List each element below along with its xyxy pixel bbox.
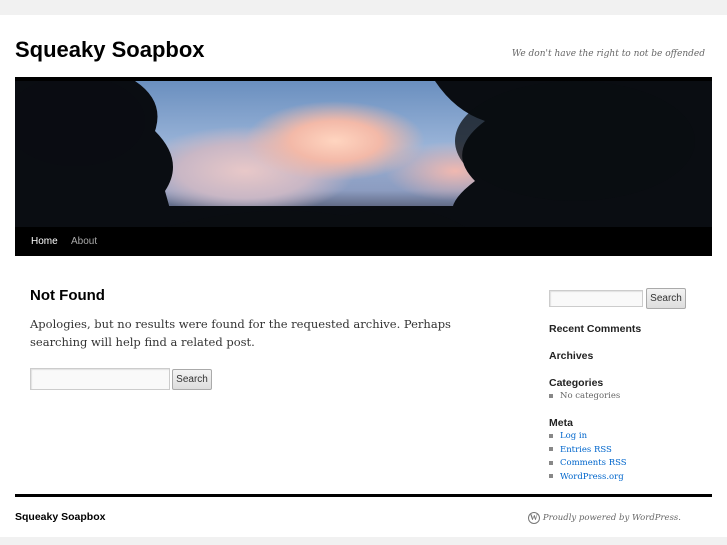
list-item: No categories <box>549 390 620 404</box>
category-text: No categories <box>560 391 621 401</box>
sidebar-search-button[interactable]: Search <box>646 288 686 309</box>
nav-home[interactable]: Home <box>31 236 58 247</box>
widget-title-categories: Categories <box>549 377 604 389</box>
meta-wordpress-link[interactable]: WordPress.org <box>560 472 624 482</box>
list-item: Log in <box>549 430 627 444</box>
nav-about[interactable]: About <box>71 236 97 247</box>
powered-by-link[interactable]: W Proudly powered by WordPress. <box>527 512 681 524</box>
widget-title-archives: Archives <box>549 350 594 362</box>
meta-entries-rss-link[interactable]: Entries RSS <box>560 445 612 455</box>
powered-by-text: Proudly powered by WordPress. <box>542 513 681 523</box>
tree-silhouettes <box>15 81 712 227</box>
search-input[interactable] <box>30 368 170 390</box>
main-navigation: Home About <box>15 227 712 256</box>
page-title: Not Found <box>30 287 105 304</box>
footer-divider <box>15 494 712 497</box>
header-image <box>15 77 712 227</box>
meta-list: Log in Entries RSS Comments RSS WordPres… <box>549 430 627 484</box>
sidebar-search-input[interactable] <box>549 290 643 307</box>
search-button[interactable]: Search <box>172 369 212 390</box>
footer-site-title[interactable]: Squeaky Soapbox <box>15 511 105 523</box>
site-title-link[interactable]: Squeaky Soapbox <box>15 37 205 63</box>
site-tagline: We don't have the right to not be offend… <box>511 49 705 59</box>
list-item: Entries RSS <box>549 444 627 458</box>
meta-comments-rss-link[interactable]: Comments RSS <box>560 458 627 468</box>
wordpress-icon: W <box>527 512 540 524</box>
categories-list: No categories <box>549 390 620 404</box>
not-found-message: Apologies, but no results were found for… <box>30 317 451 349</box>
widget-title-recent-comments: Recent Comments <box>549 323 642 335</box>
list-item: WordPress.org <box>549 471 627 485</box>
widget-title-meta: Meta <box>549 417 573 429</box>
list-item: Comments RSS <box>549 457 627 471</box>
page-wrapper: Squeaky Soapbox We don't have the right … <box>0 15 727 537</box>
meta-login-link[interactable]: Log in <box>560 431 587 441</box>
